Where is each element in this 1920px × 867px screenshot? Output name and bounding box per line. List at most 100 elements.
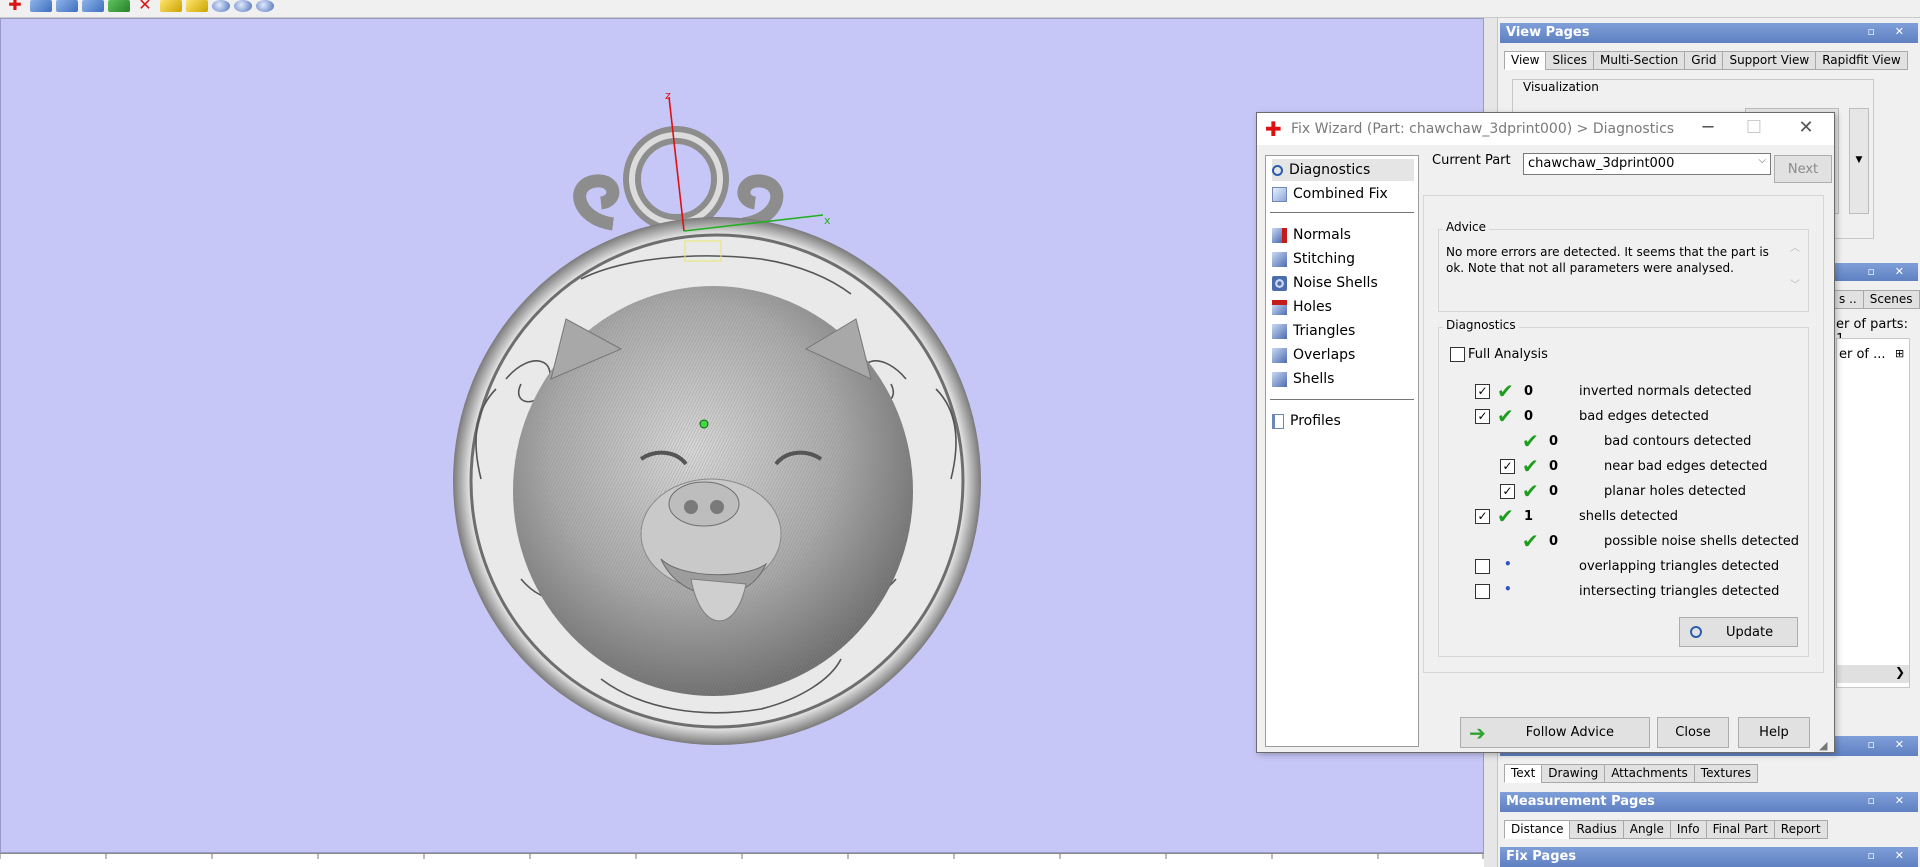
measurement-pages-tabs: Distance Radius Angle Info Final Part Re… [1504,820,1828,840]
nav-combined-fix-label: Combined Fix [1293,186,1388,202]
bottom-ruler [0,853,1484,867]
nav-stitching[interactable]: Stitching [1272,248,1414,270]
current-part-select[interactable]: chawchaw_3dprint000 ⌵ [1523,153,1771,175]
inverted-normals-checkbox[interactable]: ✓ [1475,384,1490,399]
tab-rapidfit-view[interactable]: Rapidfit View [1815,51,1908,70]
cube-icon[interactable] [82,0,104,12]
intersecting-triangles-checkbox[interactable] [1475,584,1490,599]
tab-scenes[interactable]: Scenes [1862,290,1920,309]
tab-multi-section[interactable]: Multi-Section [1593,51,1686,70]
planar-holes-checkbox[interactable]: ✓ [1500,484,1515,499]
next-button[interactable]: Next [1774,155,1832,183]
update-button[interactable]: Update [1679,617,1798,647]
overlapping-triangles-text: overlapping triangles detected [1579,559,1780,574]
tab-view[interactable]: View [1504,51,1547,70]
resize-grip-icon[interactable]: ◢ [1819,739,1827,752]
close-button[interactable]: Close [1657,717,1729,748]
nav-normals-label: Normals [1293,227,1351,243]
magnifier-icon [1272,164,1283,176]
overlaps-icon [1272,347,1287,363]
tab-grid[interactable]: Grid [1684,51,1724,70]
view-pages-title[interactable]: View Pages ▫ ✕ [1500,23,1918,43]
inverted-normals-text: inverted normals detected [1579,384,1752,399]
nav-triangles-label: Triangles [1293,323,1356,339]
tab-radius[interactable]: Radius [1569,820,1624,839]
measure-icon[interactable] [160,0,182,12]
sphere-icon[interactable] [212,0,230,12]
holes-icon [1272,299,1287,315]
tab-textures[interactable]: Textures [1693,764,1758,783]
tab-final-part[interactable]: Final Part [1705,820,1775,839]
tab-slices[interactable]: Slices [1545,51,1595,70]
nav-noise-shells-label: Noise Shells [1293,275,1378,291]
overlapping-triangles-checkbox[interactable] [1475,559,1490,574]
help-button[interactable]: Help [1738,717,1810,748]
nav-holes[interactable]: Holes [1272,296,1414,318]
pin-icon[interactable] [186,0,208,12]
tab-angle[interactable]: Angle [1622,820,1671,839]
wizard-nav: Diagnostics Combined Fix Normals Stitchi… [1265,155,1419,747]
nav-triangles[interactable]: Triangles [1272,320,1414,342]
fix-pages-title[interactable]: Fix Pages ▫ ✕ [1500,847,1918,867]
nav-profiles[interactable]: Profiles [1272,410,1414,432]
full-analysis-checkbox[interactable] [1450,347,1465,362]
columns-icon[interactable]: ⊞ [1895,347,1904,360]
pending-dot-icon: • [1504,557,1512,571]
tab-attachments[interactable]: Attachments [1604,764,1695,783]
intersecting-triangles-text: intersecting triangles detected [1579,584,1780,599]
green-tool-icon[interactable] [108,0,130,12]
tab-report[interactable]: Report [1773,820,1828,839]
measurement-pages-title[interactable]: Measurement Pages ▫ ✕ [1500,792,1918,812]
tab-drawing[interactable]: Drawing [1541,764,1606,783]
near-bad-edges-count: 0 [1549,459,1559,474]
parts-list[interactable]: er of ... ⊞ ❯ [1836,338,1910,688]
bad-contours-text: bad contours detected [1604,434,1752,449]
pane-controls-icon[interactable]: ▫ ✕ [1867,25,1912,38]
parts-column-header: er of ... [1839,347,1886,362]
follow-advice-button[interactable]: ➔ Follow Advice [1460,717,1650,748]
dialog-title: Fix Wizard (Part: chawchaw_3dprint000) >… [1291,121,1675,137]
noise-shells-count: 0 [1549,534,1559,549]
cube-icon[interactable] [56,0,78,12]
pane-controls-icon[interactable]: ▫ ✕ [1867,849,1912,862]
pane-controls-icon[interactable]: ▫ ✕ [1867,738,1912,751]
maximize-icon[interactable]: ☐ [1734,117,1774,141]
sphere-icon[interactable] [256,0,274,12]
nav-profiles-label: Profiles [1290,413,1341,429]
advice-scrollbar[interactable]: ︿ ﹀ [1787,239,1803,297]
minimize-icon[interactable]: ─ [1688,117,1728,141]
view-pages-title-text: View Pages [1506,25,1590,40]
delete-icon[interactable]: ✕ [134,0,156,13]
pane-controls-icon[interactable]: ▫ ✕ [1867,794,1912,807]
nav-normals[interactable]: Normals [1272,224,1414,246]
near-bad-edges-checkbox[interactable]: ✓ [1500,459,1515,474]
sphere-icon[interactable] [234,0,252,12]
close-icon[interactable]: ✕ [1786,117,1826,141]
nav-separator [1270,399,1414,400]
magnifier-icon [1690,626,1702,638]
view-pages-tabs: View Slices Multi-Section Grid Support V… [1504,51,1908,71]
nav-noise-shells[interactable]: Noise Shells [1272,272,1414,294]
nav-shells[interactable]: Shells [1272,368,1414,390]
nav-diagnostics[interactable]: Diagnostics [1272,159,1414,181]
dropdown-arrow-icon[interactable]: ▼ [1849,108,1869,214]
add-part-icon[interactable]: ✚ [4,0,26,13]
cube-icon[interactable] [30,0,52,12]
bad-edges-checkbox[interactable]: ✓ [1475,409,1490,424]
shells-checkbox[interactable]: ✓ [1475,509,1490,524]
tab-distance[interactable]: Distance [1504,820,1571,839]
pane-controls-icon[interactable]: ▫ ✕ [1867,265,1912,278]
visualization-label: Visualization [1523,80,1599,94]
follow-advice-label: Follow Advice [1525,725,1615,740]
current-part-value: chawchaw_3dprint000 [1528,156,1675,171]
near-bad-edges-text: near bad edges detected [1604,459,1768,474]
tab-text[interactable]: Text [1504,764,1543,783]
tab-parts[interactable]: s .. [1832,290,1864,309]
tab-info[interactable]: Info [1669,820,1707,839]
nav-combined-fix[interactable]: Combined Fix [1272,183,1414,205]
ok-check-icon: ✔ [1497,504,1514,528]
horizontal-scrollbar[interactable]: ❯ [1837,665,1909,683]
tab-support-view[interactable]: Support View [1722,51,1817,70]
nav-overlaps[interactable]: Overlaps [1272,344,1414,366]
dialog-titlebar[interactable]: ✚ Fix Wizard (Part: chawchaw_3dprint000)… [1257,113,1834,145]
